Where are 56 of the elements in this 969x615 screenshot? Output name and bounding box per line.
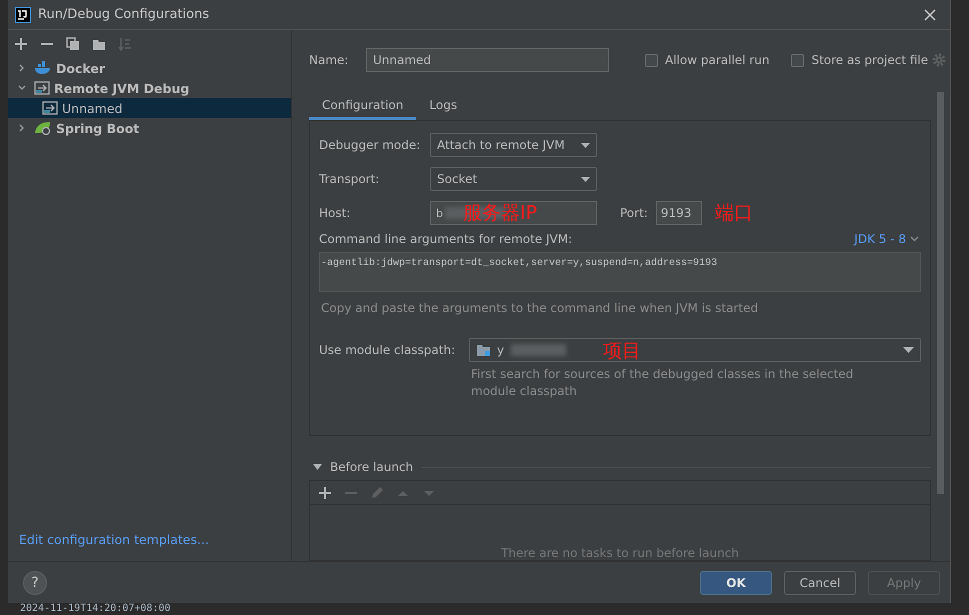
command-line-label: Command line arguments for remote JVM:	[319, 232, 572, 246]
dropdown-arrow-icon	[581, 142, 590, 148]
section-title: Before launch	[330, 460, 414, 474]
add-icon[interactable]	[318, 486, 332, 500]
chevron-down-icon	[910, 236, 919, 242]
log-line: 2024-11-19T14:20:07+08:00	[19, 603, 172, 615]
annotation-text: 项目	[603, 339, 641, 364]
empty-state-text: There are no tasks to run before launch	[501, 546, 739, 560]
help-button[interactable]: ?	[23, 570, 47, 594]
dialog-button[interactable]: Cancel	[784, 570, 856, 594]
module-folder-icon	[476, 343, 492, 357]
hint-text: Copy and paste the arguments to the command line when JVM is started	[321, 301, 760, 315]
checkbox[interactable]	[645, 54, 658, 66]
close-icon[interactable]	[924, 8, 936, 20]
dropdown-arrow-icon	[903, 347, 914, 353]
debugger-mode-label: Debugger mode:	[319, 138, 422, 152]
folder-icon[interactable]	[92, 37, 106, 51]
chevron-right-icon[interactable]	[18, 64, 26, 72]
name-label: Name:	[309, 53, 350, 67]
tab[interactable]: Logs	[416, 92, 470, 120]
copy-icon[interactable]	[66, 37, 80, 51]
name-field[interactable]: Unnamed	[366, 48, 609, 72]
host-label: Host:	[319, 206, 352, 220]
edit-templates-link[interactable]: Edit configuration templates...	[8, 532, 291, 561]
tab[interactable]: Configuration	[309, 92, 416, 120]
port-label: Port:	[620, 206, 648, 220]
annotation-text: 服务器IP	[463, 201, 538, 226]
tree-item[interactable]: Docker	[8, 58, 291, 78]
ok-button[interactable]: OK	[700, 570, 772, 594]
whale-icon	[34, 61, 52, 75]
checkbox-label: Store as project file	[811, 53, 928, 67]
app-logo-icon	[15, 6, 31, 22]
transport-dropdown[interactable]: Socket	[430, 167, 597, 191]
remote-debug-icon	[42, 101, 58, 115]
add-icon[interactable]	[14, 37, 28, 51]
annotation-text: 端口	[715, 201, 753, 226]
chevron-right-icon[interactable]	[18, 124, 26, 132]
transport-label: Transport:	[319, 172, 380, 186]
checkbox-label: Allow parallel run	[665, 53, 770, 67]
port-field[interactable]: 9193	[656, 201, 702, 225]
dropdown-arrow-icon	[581, 176, 590, 182]
tree-item[interactable]: Remote JVM Debug	[8, 78, 291, 98]
chevron-down-icon[interactable]	[18, 84, 26, 92]
hint-text: First search for sources of the debugged classes in the selected module classpath	[471, 366, 854, 400]
jdk-version-dropdown[interactable]: JDK 5 - 8	[854, 232, 921, 246]
checkbox[interactable]	[791, 54, 804, 66]
collapse-triangle-icon[interactable]	[313, 464, 322, 470]
remote-debug-icon	[34, 81, 50, 95]
module-classpath-label: Use module classpath:	[319, 343, 456, 357]
command-line-text-area[interactable]: -agentlib:jdwp=transport=dt_socket,server=y,suspend=n,address=9193	[319, 252, 921, 292]
tree-item[interactable]: Spring Boot	[8, 118, 291, 138]
window-title: Run/Debug Configurations	[38, 7, 210, 22]
debugger-mode-dropdown[interactable]: Attach to remote JVM	[430, 133, 597, 157]
tree-item[interactable]: Unnamed	[8, 98, 291, 118]
scrollbar[interactable]	[937, 92, 944, 494]
leaf-icon	[34, 121, 52, 135]
